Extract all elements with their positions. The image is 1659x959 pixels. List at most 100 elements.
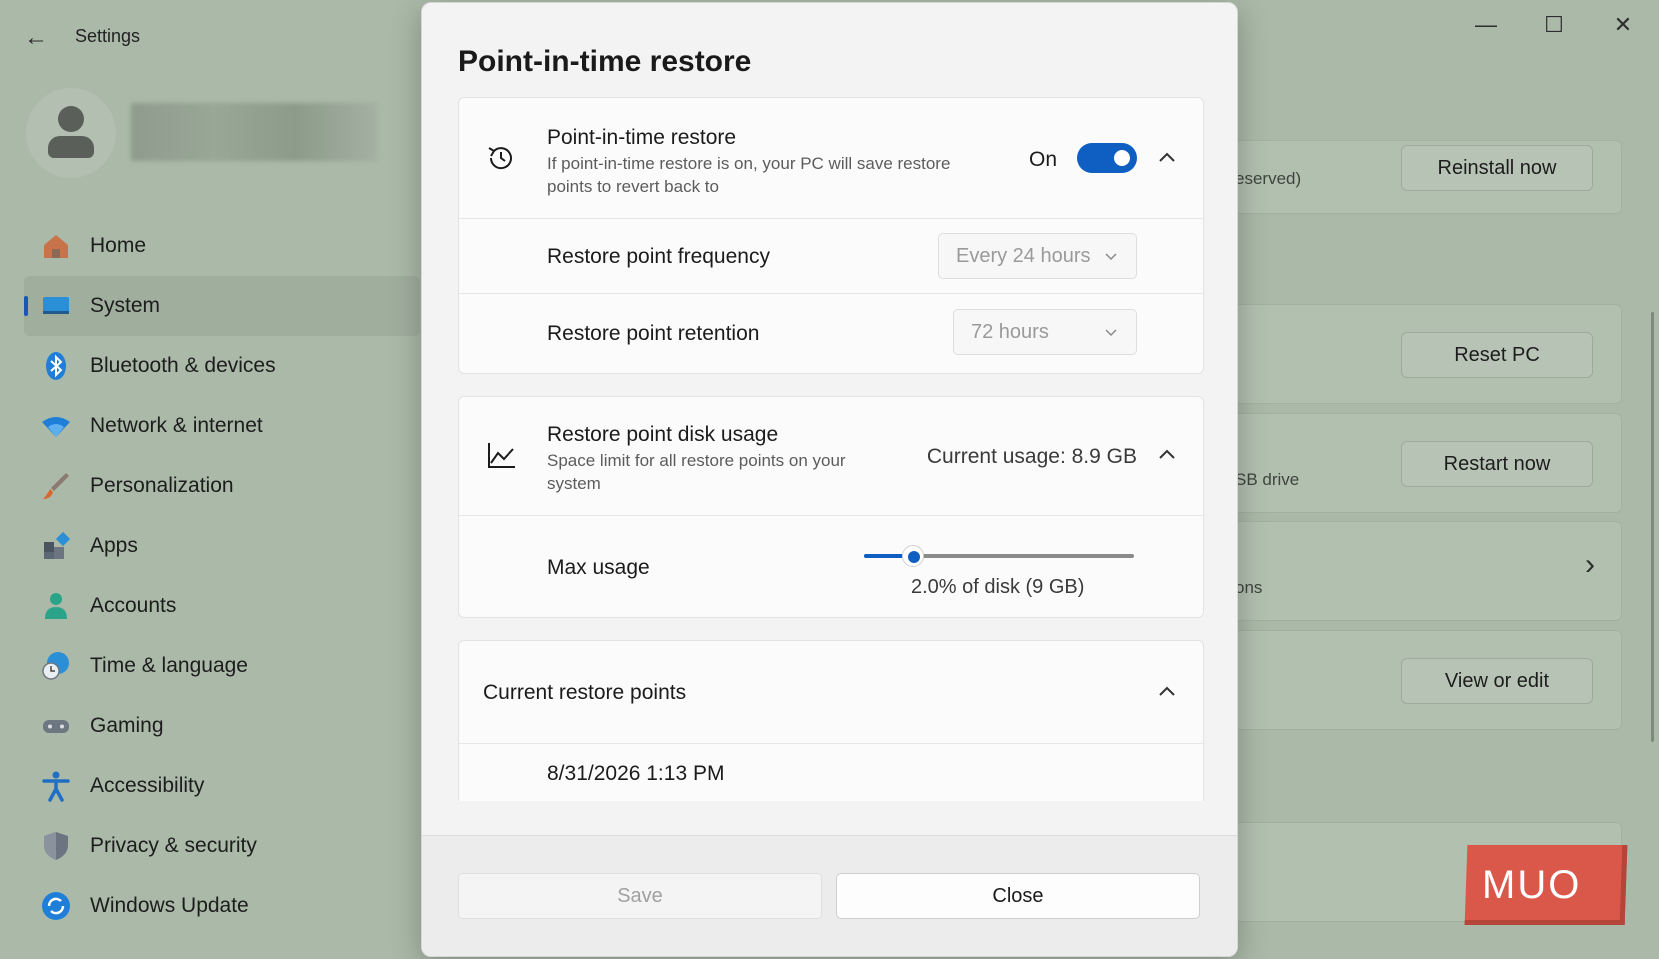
sidebar-item-personalization[interactable]: Personalization: [24, 456, 420, 516]
dialog-body: Point-in-time restore If point-in-time r…: [458, 97, 1204, 801]
sidebar-item-apps[interactable]: Apps: [24, 516, 420, 576]
view-edit-card: View or edit: [1232, 630, 1622, 730]
retention-dropdown[interactable]: 72 hours: [953, 309, 1137, 355]
sidebar-item-label: Privacy & security: [90, 834, 257, 857]
save-button[interactable]: Save: [458, 873, 822, 919]
dialog-footer: Save Close: [422, 835, 1237, 956]
sidebar-item-bluetooth[interactable]: Bluetooth & devices: [24, 336, 420, 396]
bluetooth-icon: [46, 352, 66, 380]
toggle-knob: [1114, 150, 1130, 166]
restore-toggle-row[interactable]: Point-in-time restore If point-in-time r…: [459, 98, 1203, 218]
view-or-edit-button[interactable]: View or edit: [1401, 658, 1593, 704]
restore-point-row[interactable]: 8/31/2026 1:13 PM: [459, 743, 1203, 801]
restore-description: If point-in-time restore is on, your PC …: [547, 154, 951, 196]
gamepad-icon: [43, 720, 69, 733]
reinstall-card: eserved) Reinstall now: [1232, 140, 1622, 214]
sidebar-item-home[interactable]: Home: [24, 216, 420, 276]
current-usage-text: Current usage: 8.9 GB: [926, 445, 1137, 468]
reset-pc-button[interactable]: Reset PC: [1401, 332, 1593, 378]
accessibility-icon: [42, 771, 70, 802]
point-in-time-restore-dialog: Point-in-time restore Point-in-time rest…: [421, 2, 1238, 957]
muo-watermark-logo: MUO: [1464, 845, 1628, 925]
chevron-up-icon[interactable]: [1155, 146, 1179, 170]
sidebar-item-label: Personalization: [90, 474, 234, 497]
sidebar-item-label: Accounts: [90, 594, 177, 617]
wifi-icon: [42, 417, 70, 437]
options-card[interactable]: ons ›: [1232, 521, 1622, 621]
monitor-icon: [43, 297, 69, 314]
options-text: ons: [1235, 578, 1263, 597]
sidebar-item-time-language[interactable]: Time & language: [24, 636, 420, 696]
usb-drive-text: SB drive: [1235, 470, 1300, 489]
update-icon: [42, 892, 70, 920]
minimize-button[interactable]: —: [1463, 12, 1509, 38]
frequency-dropdown[interactable]: Every 24 hours: [938, 233, 1137, 279]
blurred-user-name: [131, 103, 377, 161]
restore-title: Point-in-time restore: [547, 126, 737, 149]
restore-point-timestamp: 8/31/2026 1:13 PM: [547, 762, 725, 785]
restore-settings-card: Point-in-time restore If point-in-time r…: [458, 97, 1204, 374]
frequency-value: Every 24 hours: [956, 245, 1091, 267]
sidebar-item-label: Accessibility: [90, 774, 205, 797]
shield-icon: [44, 832, 68, 860]
sidebar-item-privacy[interactable]: Privacy & security: [24, 816, 420, 876]
restore-points-card: Current restore points 8/31/2026 1:13 PM: [458, 640, 1204, 801]
maximize-button[interactable]: ☐: [1531, 12, 1577, 38]
sidebar-item-label: System: [90, 294, 161, 317]
close-window-button[interactable]: ✕: [1600, 12, 1646, 38]
slider-thumb[interactable]: [901, 545, 924, 567]
restore-points-header-row[interactable]: Current restore points: [459, 641, 1203, 743]
app-title: Settings: [75, 26, 141, 46]
brush-icon: [43, 473, 69, 499]
home-icon: [44, 235, 68, 258]
retention-row: Restore point retention 72 hours: [459, 293, 1203, 373]
avatar[interactable]: [26, 88, 116, 178]
restore-points-title: Current restore points: [483, 681, 687, 704]
person-icon: [45, 593, 67, 619]
dialog-title: Point-in-time restore: [458, 45, 752, 78]
apps-icon: [44, 531, 71, 559]
retention-value: 72 hours: [971, 321, 1049, 343]
globe-clock-icon: [42, 652, 69, 680]
sidebar-item-label: Home: [90, 234, 147, 257]
sidebar-item-accessibility[interactable]: Accessibility: [24, 756, 420, 816]
sidebar-item-gaming[interactable]: Gaming: [24, 696, 420, 756]
chevron-down-icon: [1105, 329, 1117, 337]
sidebar-item-network[interactable]: Network & internet: [24, 396, 420, 456]
scrollbar[interactable]: [1651, 312, 1654, 742]
reinstall-now-button[interactable]: Reinstall now: [1401, 145, 1593, 191]
sidebar-item-label: Apps: [90, 534, 138, 557]
sidebar-item-label: Gaming: [90, 714, 164, 737]
chevron-up-icon[interactable]: [1155, 443, 1179, 467]
chevron-up-icon[interactable]: [1155, 680, 1179, 704]
muo-logo-text: MUO: [1482, 863, 1582, 907]
reserved-text: eserved): [1235, 169, 1302, 188]
disk-usage-title: Restore point disk usage: [547, 423, 779, 446]
sidebar-item-label: Network & internet: [90, 414, 263, 437]
avatar-body-icon: [48, 136, 94, 158]
max-usage-label: Max usage: [547, 556, 650, 579]
frequency-label: Restore point frequency: [547, 245, 770, 268]
avatar-head-icon: [58, 106, 84, 132]
advanced-startup-card: SB drive Restart now: [1232, 413, 1622, 513]
max-usage-slider[interactable]: [864, 545, 1134, 567]
reset-card: Reset PC: [1232, 304, 1622, 404]
sidebar-item-accounts[interactable]: Accounts: [24, 576, 420, 636]
restore-toggle-switch[interactable]: [1077, 143, 1137, 173]
chevron-right-icon: ›: [1585, 548, 1595, 581]
restart-now-button[interactable]: Restart now: [1401, 441, 1593, 487]
sidebar-item-windows-update[interactable]: Windows Update: [24, 876, 420, 936]
max-usage-row: Max usage 2.0% of disk (9 GB): [459, 515, 1203, 617]
back-arrow-icon[interactable]: ←: [24, 24, 52, 52]
close-button[interactable]: Close: [836, 873, 1200, 919]
sidebar-item-label: Time & language: [90, 654, 248, 677]
slider-caption: 2.0% of disk (9 GB): [911, 576, 1085, 598]
disk-usage-header-row[interactable]: Restore point disk usage Space limit for…: [459, 397, 1203, 515]
chevron-down-icon: [1105, 253, 1117, 261]
toggle-state-label: On: [1028, 148, 1057, 171]
sidebar-item-label: Windows Update: [90, 894, 249, 917]
line-chart-icon: [488, 443, 515, 468]
sidebar-item-label: Bluetooth & devices: [90, 354, 276, 377]
frequency-row: Restore point frequency Every 24 hours: [459, 218, 1203, 293]
sidebar-item-system[interactable]: System: [24, 276, 420, 336]
